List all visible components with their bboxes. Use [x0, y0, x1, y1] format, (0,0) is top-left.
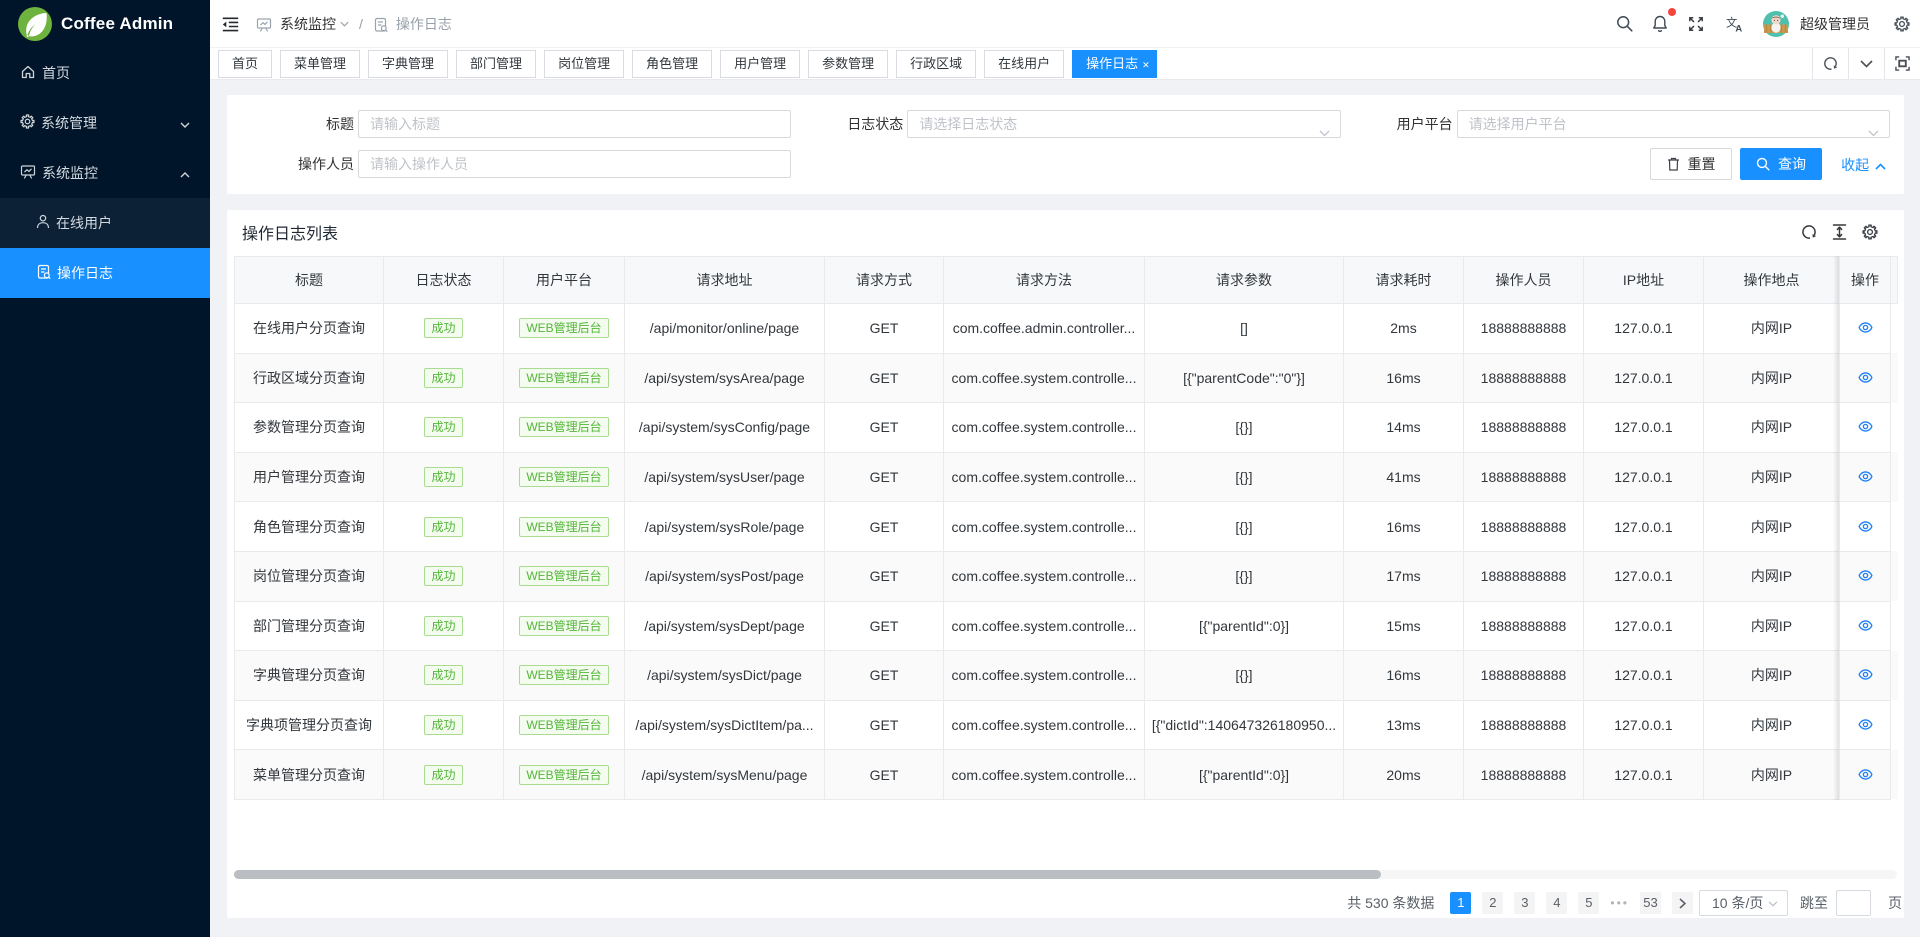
svg-text:A: A	[1735, 22, 1742, 31]
